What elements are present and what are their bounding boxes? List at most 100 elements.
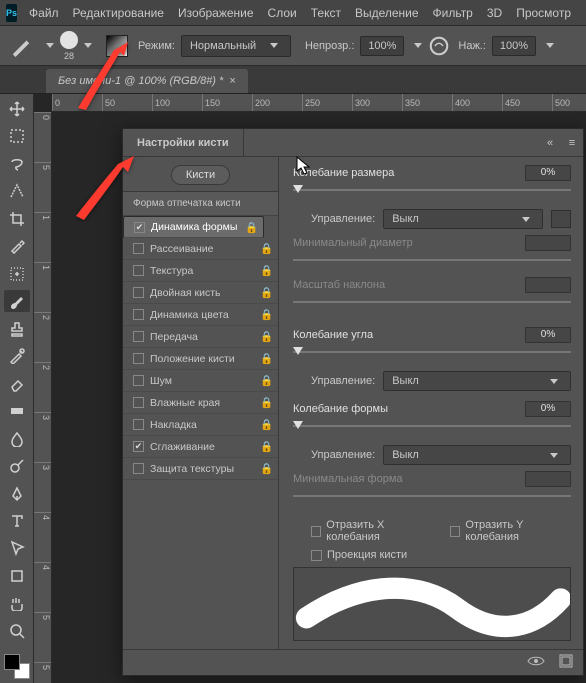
flow-caret[interactable] <box>546 43 554 48</box>
menu-view[interactable]: Просмотр <box>516 6 571 20</box>
brush-option-row[interactable]: Накладка🔒 <box>123 414 278 436</box>
pressure-opacity-icon[interactable] <box>428 35 450 57</box>
menu-select[interactable]: Выделение <box>355 6 419 20</box>
size-control-extra[interactable] <box>551 210 571 228</box>
lock-icon[interactable]: 🔒 <box>260 418 272 431</box>
menu-edit[interactable]: Редактирование <box>73 6 164 20</box>
lock-icon[interactable]: 🔒 <box>260 330 272 343</box>
brush-option-row[interactable]: Шум🔒 <box>123 370 278 392</box>
menu-3d[interactable]: 3D <box>487 6 502 20</box>
checkbox-icon[interactable] <box>133 287 144 298</box>
angle-control-select[interactable]: Выкл <box>383 371 571 391</box>
marquee-tool[interactable] <box>4 125 30 146</box>
menu-filter[interactable]: Фильтр <box>433 6 473 20</box>
close-icon[interactable]: × <box>229 75 235 87</box>
menu-file[interactable]: Файл <box>29 6 59 20</box>
checkbox-icon[interactable] <box>133 243 144 254</box>
angle-jitter-slider[interactable] <box>293 345 571 359</box>
brush-size-chip[interactable]: 28 <box>60 31 98 61</box>
zoom-tool[interactable] <box>4 620 30 641</box>
roundness-jitter-slider[interactable] <box>293 419 571 433</box>
brush-option-row[interactable]: Сглаживание🔒 <box>123 436 278 458</box>
eyedropper-tool[interactable] <box>4 235 30 256</box>
lasso-tool[interactable] <box>4 153 30 174</box>
pen-tool[interactable] <box>4 483 30 504</box>
crop-tool[interactable] <box>4 208 30 229</box>
lock-icon[interactable]: 🔒 <box>260 286 272 299</box>
checkbox-icon[interactable] <box>133 397 144 408</box>
brush-caret-icon[interactable] <box>84 43 92 48</box>
panel-menu-icon[interactable]: ≡ <box>561 137 583 149</box>
opacity-caret[interactable] <box>414 43 422 48</box>
blur-tool[interactable] <box>4 428 30 449</box>
menu-text[interactable]: Текст <box>311 6 341 20</box>
quick-select-tool[interactable] <box>4 180 30 201</box>
size-jitter-value[interactable]: 0% <box>525 165 571 181</box>
brush-option-row[interactable]: Текстура🔒 <box>123 260 278 282</box>
dodge-tool[interactable] <box>4 455 30 476</box>
flip-x-checkbox[interactable]: Отразить X колебания <box>311 519 432 543</box>
gradient-tool[interactable] <box>4 400 30 421</box>
path-select-tool[interactable] <box>4 538 30 559</box>
checkbox-icon[interactable] <box>133 441 144 452</box>
stamp-tool[interactable] <box>4 318 30 339</box>
history-brush-tool[interactable] <box>4 345 30 366</box>
collapse-icon[interactable]: « <box>539 137 561 149</box>
checkbox-icon[interactable] <box>133 265 144 276</box>
brush-option-row[interactable]: Двойная кисть🔒 <box>123 282 278 304</box>
roundness-control-select[interactable]: Выкл <box>383 445 571 465</box>
brush-option-row[interactable]: Динамика формы🔒 <box>123 216 264 238</box>
brush-option-row[interactable]: Влажные края🔒 <box>123 392 278 414</box>
checkbox-icon[interactable] <box>133 463 144 474</box>
lock-icon[interactable]: 🔒 <box>260 264 272 277</box>
panel-tab-brush-settings[interactable]: Настройки кисти <box>123 129 244 156</box>
size-jitter-slider[interactable] <box>293 183 571 197</box>
preview-toggle-icon[interactable] <box>527 655 545 670</box>
roundness-control-label: Управление: <box>311 449 375 461</box>
menu-layers[interactable]: Слои <box>268 6 297 20</box>
tool-preset-icon[interactable] <box>10 35 32 57</box>
color-swatches[interactable] <box>4 654 30 679</box>
size-control-select[interactable]: Выкл <box>383 209 543 229</box>
checkbox-icon[interactable] <box>133 375 144 386</box>
flip-y-checkbox[interactable]: Отразить Y колебания <box>450 519 571 543</box>
blend-mode-select[interactable]: Нормальный <box>181 35 291 57</box>
brush-option-row[interactable]: Динамика цвета🔒 <box>123 304 278 326</box>
brush-tool[interactable] <box>4 290 30 311</box>
lock-icon[interactable]: 🔒 <box>260 242 272 255</box>
eraser-tool[interactable] <box>4 373 30 394</box>
healing-tool[interactable] <box>4 263 30 284</box>
checkbox-icon[interactable] <box>133 353 144 364</box>
new-preset-icon[interactable] <box>559 654 573 671</box>
lock-icon[interactable]: 🔒 <box>260 352 272 365</box>
menu-image[interactable]: Изображение <box>178 6 254 20</box>
brush-option-row[interactable]: Защита текстуры🔒 <box>123 458 278 480</box>
lock-icon[interactable]: 🔒 <box>260 374 272 387</box>
roundness-jitter-value[interactable]: 0% <box>525 401 571 417</box>
checkbox-icon[interactable] <box>133 331 144 342</box>
flow-field[interactable]: 100% <box>492 36 536 56</box>
lock-icon[interactable]: 🔒 <box>260 308 272 321</box>
lock-icon[interactable]: 🔒 <box>260 396 272 409</box>
lock-icon[interactable]: 🔒 <box>245 221 257 234</box>
brushes-button[interactable]: Кисти <box>171 165 230 185</box>
brush-panel-toggle[interactable] <box>106 35 128 57</box>
tool-preset-caret[interactable] <box>46 43 54 48</box>
brush-option-row[interactable]: Передача🔒 <box>123 326 278 348</box>
checkbox-icon[interactable] <box>133 419 144 430</box>
shape-tool[interactable] <box>4 565 30 586</box>
brush-projection-checkbox[interactable]: Проекция кисти <box>311 549 407 561</box>
document-tab[interactable]: Без имени-1 @ 100% (RGB/8#) * × <box>46 69 248 93</box>
checkbox-icon[interactable] <box>133 309 144 320</box>
move-tool[interactable] <box>4 98 30 119</box>
brush-option-row[interactable]: Положение кисти🔒 <box>123 348 278 370</box>
lock-icon[interactable]: 🔒 <box>260 462 272 475</box>
checkbox-icon[interactable] <box>134 222 145 233</box>
lock-icon[interactable]: 🔒 <box>260 440 272 453</box>
type-tool[interactable] <box>4 510 30 531</box>
brush-tip-shape-header[interactable]: Форма отпечатка кисти <box>123 192 278 216</box>
opacity-field[interactable]: 100% <box>360 36 404 56</box>
brush-option-row[interactable]: Рассеивание🔒 <box>123 238 278 260</box>
hand-tool[interactable] <box>4 593 30 614</box>
angle-jitter-value[interactable]: 0% <box>525 327 571 343</box>
